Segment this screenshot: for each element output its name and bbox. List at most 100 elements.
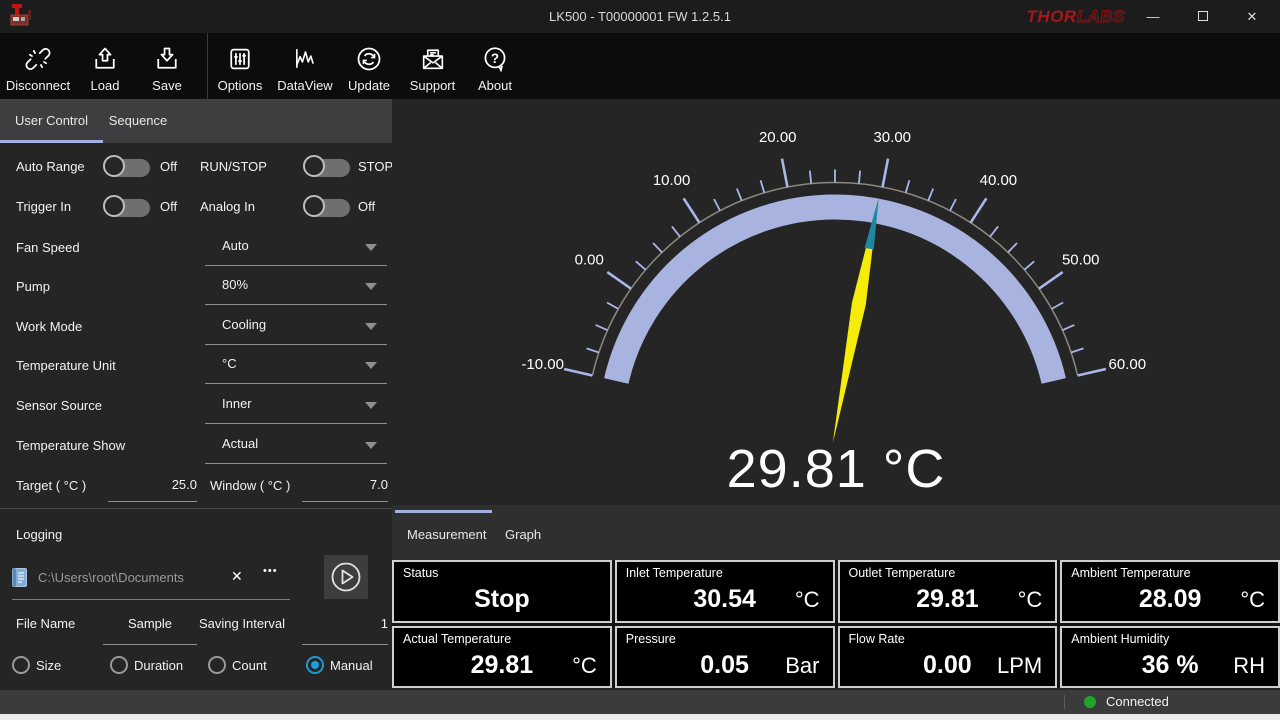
work-mode-dropdown[interactable]: Cooling bbox=[205, 308, 387, 345]
gauge-minor-tick bbox=[587, 348, 599, 352]
section-divider bbox=[0, 508, 392, 509]
gauge-minor-tick bbox=[1024, 261, 1034, 269]
play-icon bbox=[324, 555, 368, 599]
options-icon bbox=[226, 45, 254, 73]
pump-row: Pump 80% bbox=[0, 268, 392, 305]
gauge-minor-tick bbox=[653, 243, 662, 252]
tab-measurement[interactable]: Measurement bbox=[407, 505, 486, 560]
file-name-input[interactable]: Sample bbox=[103, 608, 197, 645]
connection-indicator-icon bbox=[1084, 696, 1096, 708]
tab-user-control[interactable]: User Control bbox=[0, 99, 103, 143]
gauge-tick-label: 40.00 bbox=[980, 172, 1018, 189]
maximize-icon bbox=[1198, 11, 1208, 21]
document-icon bbox=[12, 568, 27, 592]
tab-graph[interactable]: Graph bbox=[505, 505, 541, 560]
trigger-in-toggle[interactable] bbox=[106, 199, 150, 217]
mode-count-radio[interactable]: Count bbox=[208, 656, 267, 674]
maximize-button[interactable] bbox=[1185, 0, 1221, 33]
load-button[interactable]: Load bbox=[82, 33, 128, 99]
work-mode-row: Work Mode Cooling bbox=[0, 308, 392, 345]
disconnect-icon bbox=[24, 45, 52, 73]
disconnect-button[interactable]: Disconnect bbox=[2, 33, 74, 99]
chevron-down-icon bbox=[365, 323, 377, 330]
about-button[interactable]: ? About bbox=[469, 33, 521, 99]
temperature-unit-label: Temperature Unit bbox=[16, 358, 116, 373]
status-bar: Connected bbox=[0, 690, 1280, 714]
mode-duration-radio[interactable]: Duration bbox=[110, 656, 183, 674]
radio-icon bbox=[110, 656, 128, 674]
minimize-button[interactable]: — bbox=[1135, 0, 1171, 33]
update-button[interactable]: Update bbox=[343, 33, 395, 99]
logging-path-row: C:\Users\root\Documents ✕ ••• bbox=[0, 556, 392, 604]
toggle-knob bbox=[103, 155, 125, 177]
close-button[interactable]: ✕ bbox=[1234, 0, 1270, 33]
run-stop-toggle[interactable] bbox=[306, 159, 350, 177]
gauge-minor-tick bbox=[737, 189, 742, 201]
dataview-button[interactable]: DataView bbox=[274, 33, 336, 99]
tab-sequence[interactable]: Sequence bbox=[103, 99, 173, 143]
saving-interval-label: Saving Interval bbox=[199, 616, 285, 631]
browse-path-button[interactable]: ••• bbox=[263, 565, 278, 577]
svg-text:?: ? bbox=[491, 51, 499, 66]
support-icon bbox=[419, 45, 447, 73]
log-path-field[interactable]: C:\Users\root\Documents bbox=[38, 570, 184, 585]
options-button[interactable]: Options bbox=[214, 33, 266, 99]
gauge-minor-tick bbox=[1008, 243, 1017, 252]
gauge-major-tick bbox=[971, 198, 987, 222]
save-button[interactable]: Save bbox=[144, 33, 190, 99]
toggle-row-2: Trigger In Off Analog In Off bbox=[0, 190, 392, 224]
file-name-label: File Name bbox=[16, 616, 75, 631]
fan-speed-dropdown[interactable]: Auto bbox=[205, 229, 387, 266]
pump-dropdown[interactable]: 80% bbox=[205, 268, 387, 305]
gauge-major-tick bbox=[684, 198, 700, 222]
fan-speed-row: Fan Speed Auto bbox=[0, 229, 392, 266]
dataview-icon bbox=[291, 45, 319, 73]
gauge-minor-tick bbox=[990, 226, 998, 236]
mode-size-radio[interactable]: Size bbox=[12, 656, 61, 674]
window-label: Window ( °C ) bbox=[210, 478, 290, 493]
temperature-unit-row: Temperature Unit °C bbox=[0, 347, 392, 384]
gauge-minor-tick bbox=[636, 261, 646, 269]
support-button[interactable]: Support bbox=[404, 33, 461, 99]
toggle-knob bbox=[303, 155, 325, 177]
chevron-down-icon bbox=[365, 362, 377, 369]
toggle-knob bbox=[103, 195, 125, 217]
window-input[interactable]: 7.0 bbox=[302, 468, 388, 502]
auto-range-label: Auto Range bbox=[16, 159, 85, 174]
analog-in-toggle[interactable] bbox=[306, 199, 350, 217]
sensor-source-dropdown[interactable]: Inner bbox=[205, 387, 387, 424]
status-cell: Status Stop bbox=[392, 560, 612, 623]
gauge-tick-label: 60.00 bbox=[1109, 356, 1147, 373]
about-icon: ? bbox=[481, 45, 509, 73]
target-input[interactable]: 25.0 bbox=[108, 468, 197, 502]
file-name-row: File Name Sample Saving Interval 1 bbox=[0, 608, 392, 648]
active-tab-indicator bbox=[0, 140, 103, 143]
gauge-major-tick bbox=[883, 159, 889, 187]
auto-range-state: Off bbox=[160, 159, 177, 174]
status-divider bbox=[1064, 695, 1065, 709]
auto-range-toggle[interactable] bbox=[106, 159, 150, 177]
clear-path-button[interactable]: ✕ bbox=[231, 568, 243, 585]
temperature-unit-dropdown[interactable]: °C bbox=[205, 347, 387, 384]
analog-in-label: Analog In bbox=[200, 199, 255, 214]
path-underline bbox=[12, 599, 290, 600]
window-bottom-edge bbox=[0, 714, 1280, 720]
chevron-down-icon bbox=[365, 402, 377, 409]
flow-rate-cell: Flow Rate 0.00 LPM bbox=[838, 626, 1058, 689]
measurement-grid: Status Stop Inlet Temperature 30.54 °C O… bbox=[392, 560, 1280, 688]
toolbar-separator bbox=[207, 33, 208, 99]
temperature-show-label: Temperature Show bbox=[16, 438, 125, 453]
mode-manual-radio[interactable]: Manual bbox=[306, 656, 373, 674]
gauge-tick-label: 30.00 bbox=[873, 129, 911, 146]
chevron-down-icon bbox=[365, 283, 377, 290]
pump-label: Pump bbox=[16, 279, 50, 294]
temperature-show-dropdown[interactable]: Actual bbox=[205, 427, 387, 464]
saving-interval-input[interactable]: 1 bbox=[302, 608, 388, 645]
gauge-tick-label: 0.00 bbox=[575, 251, 604, 268]
gauge-major-tick bbox=[782, 159, 788, 187]
gauge-minor-tick bbox=[1071, 348, 1083, 352]
sensor-source-label: Sensor Source bbox=[16, 398, 102, 413]
chevron-down-icon bbox=[365, 442, 377, 449]
inlet-temperature-cell: Inlet Temperature 30.54 °C bbox=[615, 560, 835, 623]
start-logging-button[interactable] bbox=[324, 555, 368, 599]
